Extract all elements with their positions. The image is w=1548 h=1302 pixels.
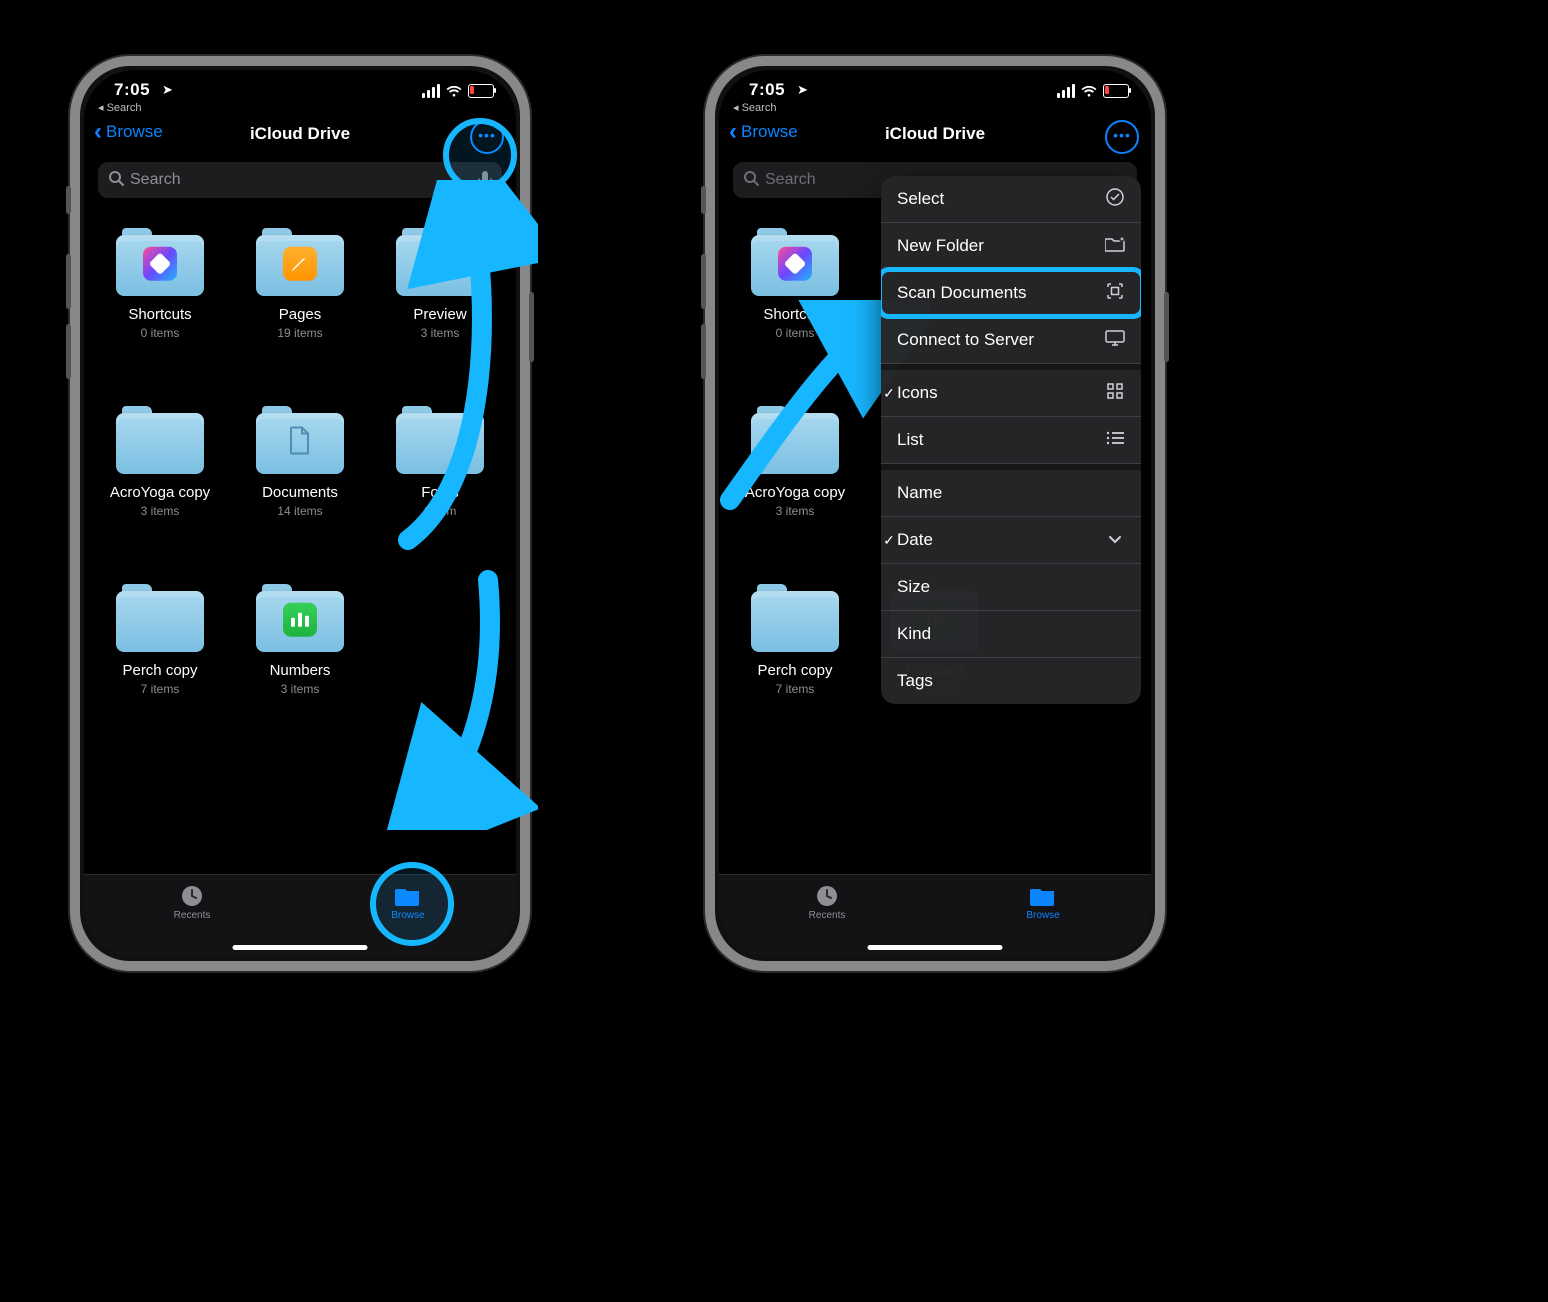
folder-perch[interactable]: Perch copy 7 items [737, 584, 853, 696]
folder-perch[interactable]: Perch copy 7 items [102, 584, 218, 696]
status-back-app[interactable]: ◂ Search [98, 101, 141, 114]
new-folder-icon [1105, 236, 1125, 257]
folder-icon [116, 584, 204, 652]
folder-meta: 0 items [141, 326, 180, 340]
chevron-down-icon [1105, 530, 1125, 550]
more-menu: Select New Folder Scan Documents Connect… [881, 176, 1141, 704]
cellular-icon [1057, 84, 1075, 98]
battery-icon [468, 84, 494, 98]
list-icon [1105, 430, 1125, 450]
folder-meta: 3 items [141, 504, 180, 518]
monitor-icon [1105, 330, 1125, 351]
folder-icon [751, 584, 839, 652]
menu-item-list[interactable]: List [881, 417, 1141, 464]
annotation-arrow-down [358, 570, 538, 830]
home-indicator[interactable] [868, 945, 1003, 950]
annotation-arrow-up [338, 180, 538, 560]
tab-label: Recents [809, 910, 846, 921]
volume-up [701, 254, 706, 309]
volume-up [66, 254, 71, 309]
folder-icon [116, 406, 204, 474]
checkmark-circle-icon [1105, 188, 1125, 211]
status-time: 7:05 [114, 80, 150, 100]
folder-meta: 3 items [281, 682, 320, 696]
wifi-icon [446, 85, 462, 97]
folder-icon [256, 228, 344, 296]
menu-item-scan-documents[interactable]: Scan Documents [881, 270, 1141, 317]
document-glyph-icon [289, 427, 311, 460]
clock-icon [814, 885, 840, 907]
menu-item-kind[interactable]: Kind [881, 611, 1141, 658]
numbers-app-icon [283, 603, 317, 637]
menu-item-name[interactable]: Name [881, 464, 1141, 517]
folder-name: Numbers [270, 662, 331, 680]
folder-name: Pages [279, 306, 322, 324]
folder-icon [116, 228, 204, 296]
folder-numbers[interactable]: Numbers 3 items [242, 584, 358, 696]
checkmark-icon: ✓ [881, 385, 900, 402]
location-icon: ➤ [797, 82, 808, 98]
notch [198, 70, 403, 96]
folder-icon [256, 584, 344, 652]
folder-acroyoga[interactable]: AcroYoga copy 3 items [102, 406, 218, 518]
search-icon [108, 170, 124, 191]
folder-name: Perch copy [757, 662, 832, 680]
search-placeholder: Search [765, 171, 816, 189]
shortcuts-app-icon [778, 247, 812, 281]
menu-item-date[interactable]: ✓ Date [881, 517, 1141, 564]
notch [833, 70, 1038, 96]
cellular-icon [422, 84, 440, 98]
side-button [1164, 292, 1169, 362]
checkmark-icon: ✓ [881, 532, 900, 549]
folder-icon [751, 228, 839, 296]
search-placeholder: Search [130, 171, 181, 189]
folder-shortcuts[interactable]: Shortcuts 0 items [102, 228, 218, 340]
clock-icon [179, 885, 205, 907]
folder-meta: 19 items [277, 326, 322, 340]
page-title: iCloud Drive [719, 124, 1151, 144]
scan-icon [1105, 282, 1125, 305]
status-back-app[interactable]: ◂ Search [733, 101, 776, 114]
tab-label: Browse [1026, 910, 1059, 921]
shortcuts-app-icon [143, 247, 177, 281]
annotation-circle-browse [370, 862, 454, 946]
nav-bar: ‹ Browse iCloud Drive ••• [719, 114, 1151, 158]
battery-icon [1103, 84, 1129, 98]
volume-down [66, 324, 71, 379]
folder-name: AcroYoga copy [110, 484, 210, 502]
folder-name: Documents [262, 484, 338, 502]
wifi-icon [1081, 85, 1097, 97]
folder-meta: 7 items [141, 682, 180, 696]
menu-item-tags[interactable]: Tags [881, 658, 1141, 704]
menu-item-size[interactable]: Size [881, 564, 1141, 611]
folder-name: Perch copy [122, 662, 197, 680]
mute-switch [66, 186, 71, 214]
folder-meta: 7 items [776, 682, 815, 696]
grid-icon [1105, 383, 1125, 404]
search-icon [743, 170, 759, 191]
folder-name: Shortcuts [128, 306, 191, 324]
menu-item-connect-server[interactable]: Connect to Server [881, 317, 1141, 364]
more-button[interactable]: ••• [1105, 120, 1139, 154]
folder-icon [256, 406, 344, 474]
location-icon: ➤ [162, 82, 173, 98]
menu-item-select[interactable]: Select [881, 176, 1141, 223]
menu-item-icons[interactable]: ✓ Icons [881, 364, 1141, 417]
folder-tab-icon [1030, 885, 1056, 907]
folder-meta: 14 items [277, 504, 322, 518]
tab-label: Recents [174, 910, 211, 921]
status-time: 7:05 [749, 80, 785, 100]
menu-item-new-folder[interactable]: New Folder [881, 223, 1141, 270]
volume-down [701, 324, 706, 379]
ellipsis-icon: ••• [1113, 127, 1131, 143]
pages-app-icon [283, 247, 317, 281]
home-indicator[interactable] [233, 945, 368, 950]
mute-switch [701, 186, 706, 214]
